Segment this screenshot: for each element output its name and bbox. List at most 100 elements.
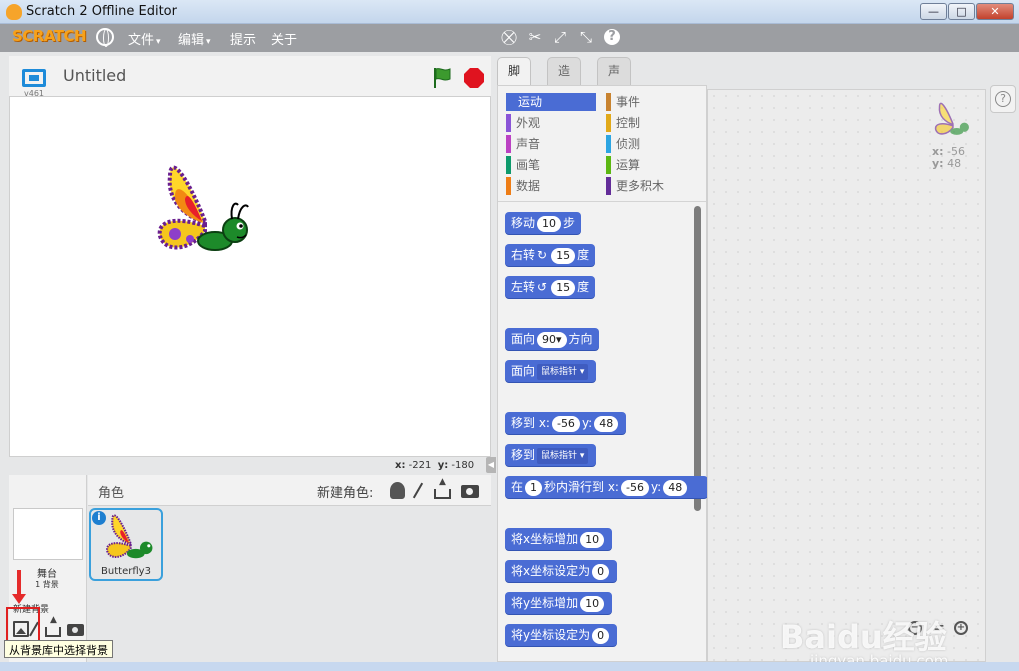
cut-scissors-icon[interactable]: ✂ [526,28,544,46]
block-text: 度 [577,280,590,294]
category-control[interactable]: 控制 [606,114,696,132]
target-dropdown[interactable]: 鼠标指针 ▾ [537,363,589,380]
block-text: 面向 [511,332,536,346]
block-go-to-xy[interactable]: 移到 x: -56 y: 48 [505,412,627,434]
category-pen-label: 画笔 [516,158,541,172]
category-motion[interactable]: 运动 [506,93,596,111]
butterfly-sprite[interactable] [145,161,255,261]
block-glide[interactable]: 在 1 秒内滑行到 x: -56 y: 48 [505,476,708,498]
category-more-blocks[interactable]: 更多积木 [606,177,696,195]
help-button[interactable]: ? [990,85,1016,113]
stage-thumbnail[interactable] [13,508,83,560]
category-sensing[interactable]: 侦测 [606,135,696,153]
mouse-coordinates: x: -221 y: -180 [395,460,474,471]
sprite-tile[interactable]: i Butterfly3 [89,508,163,581]
number-input[interactable]: 10 [537,215,562,232]
info-icon[interactable]: i [92,511,106,525]
menu-file[interactable]: 文件 ▾ [128,29,161,48]
close-button[interactable]: ✕ [976,3,1014,20]
number-input[interactable]: 15 [551,247,576,264]
block-set-x[interactable]: 将x坐标设定为 0 [505,560,618,582]
scripts-area[interactable]: x: -56 y: 48 − = + [707,89,986,662]
scratch-cat-icon [6,4,22,20]
block-turn-right[interactable]: 右转 ↻ 15 度 [505,244,596,266]
block-text: y: [581,416,593,430]
block-go-to[interactable]: 移到 鼠标指针 ▾ [505,444,597,466]
block-move-steps[interactable]: 移动 10 步 [505,212,582,234]
zoom-in-icon[interactable]: + [954,621,968,635]
category-operators[interactable]: 运算 [606,156,696,174]
tab-costumes[interactable]: 造型 [547,57,582,104]
grow-icon[interactable]: ⤢ [551,28,569,46]
upload-icon[interactable] [45,615,61,637]
maximize-button[interactable]: □ [948,3,975,20]
block-change-x[interactable]: 将x坐标增加 10 [505,528,613,550]
category-data[interactable]: 数据 [506,177,596,195]
block-palette: 运动 外观 声音 画笔 数据 事件 控制 侦测 运算 更多积木 移动 10 步 右转… [497,85,708,662]
block-text: 右转 [511,248,536,262]
annotation-highlight [6,607,40,643]
block-text: 将y坐标增加 [511,596,579,610]
fullscreen-icon[interactable] [22,69,46,87]
stage-canvas[interactable] [9,96,491,457]
block-turn-left[interactable]: 左转 ↺ 15 度 [505,276,596,298]
block-text: 移动 [511,216,536,230]
minimize-button[interactable]: — [920,3,947,20]
stage-header: v461 Untitled [9,56,491,98]
direction-input[interactable]: 90▾ [537,331,567,348]
category-events[interactable]: 事件 [606,93,696,111]
palette-scrollbar[interactable] [694,206,701,511]
sprite-library-icon[interactable] [390,482,405,499]
category-sensing-label: 侦测 [616,137,641,151]
project-title[interactable]: Untitled [63,66,126,85]
category-looks[interactable]: 外观 [506,114,596,132]
menu-tips[interactable]: 提示 [230,29,256,48]
menu-bar: SCRATCH 文件 ▾ 编辑 ▾ 提示 关于 ⛒ ✂ ⤢ ⤡ ? [0,24,1019,52]
shrink-icon[interactable]: ⤡ [577,28,595,46]
category-pen[interactable]: 画笔 [506,156,596,174]
block-text: 左转 [511,280,536,294]
y-input[interactable]: 48 [663,479,688,496]
green-flag-icon[interactable] [432,67,452,89]
upload-icon[interactable] [434,477,451,499]
language-globe-icon[interactable] [96,28,114,47]
number-input[interactable]: 10 [580,595,605,612]
seconds-input[interactable]: 1 [525,479,543,496]
menu-edit-label: 编辑 [178,33,205,48]
sprites-header: 角色 新建角色: [88,475,491,506]
number-input[interactable]: 0 [592,627,610,644]
block-text: 方向 [568,332,593,346]
y-input[interactable]: 48 [594,415,619,432]
target-dropdown[interactable]: 鼠标指针 ▾ [537,447,589,464]
tab-sounds[interactable]: 声音 [597,57,632,104]
block-point-in-direction[interactable]: 面向 90▾ 方向 [505,328,599,350]
scratch-logo[interactable]: SCRATCH [12,27,87,45]
camera-icon[interactable] [67,624,84,636]
number-input[interactable]: 0 [592,563,610,580]
x-input[interactable]: -56 [551,415,580,432]
menu-edit[interactable]: 编辑 ▾ [178,29,211,48]
sprite-name: Butterfly3 [101,566,151,577]
paint-brush-icon[interactable] [412,482,424,499]
category-sound[interactable]: 声音 [506,135,596,153]
chevron-down-icon: ▾ [156,37,161,47]
copy-stamp-icon[interactable]: ⛒ [500,28,518,46]
menu-about[interactable]: 关于 [271,29,297,48]
block-text: 度 [577,248,590,262]
number-input[interactable]: 10 [580,531,605,548]
help-icon[interactable]: ? [604,29,620,45]
y-coord-value: -180 [451,460,475,471]
window-titlebar: Scratch 2 Offline Editor — □ ✕ [0,0,1019,24]
collapse-stage-icon[interactable]: ◀ [486,457,496,473]
block-change-y[interactable]: 将y坐标增加 10 [505,592,613,614]
block-set-y[interactable]: 将y坐标设定为 0 [505,624,618,646]
x-input[interactable]: -56 [620,479,649,496]
tab-scripts[interactable]: 脚本 [497,57,532,104]
camera-icon[interactable] [461,485,479,498]
butterfly-thumbnail [934,102,969,135]
menu-file-label: 文件 [128,33,155,48]
sprites-title: 角色 [98,486,125,501]
block-point-towards[interactable]: 面向 鼠标指针 ▾ [505,360,597,382]
number-input[interactable]: 15 [551,279,576,296]
stop-sign-icon[interactable] [464,68,484,88]
